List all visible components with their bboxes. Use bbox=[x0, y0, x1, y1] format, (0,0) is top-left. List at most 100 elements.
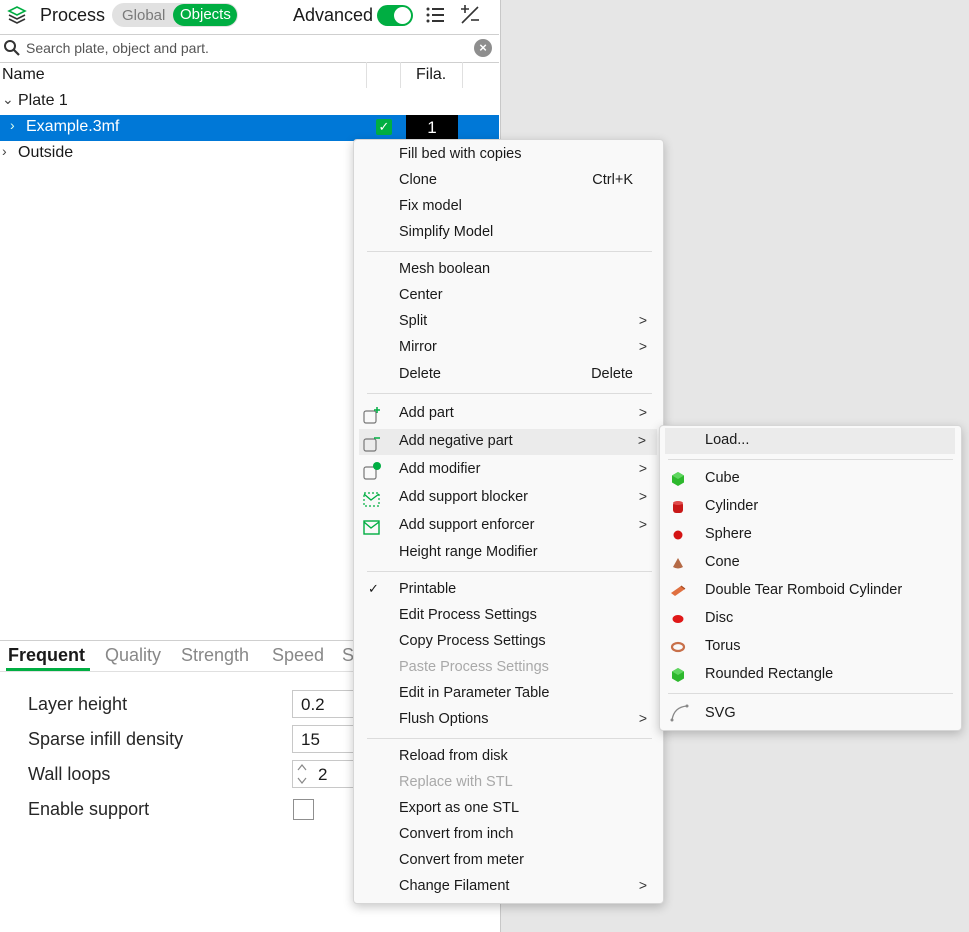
tab-speed[interactable]: Speed bbox=[272, 645, 324, 666]
torus-icon bbox=[670, 641, 686, 653]
menu-item-convert-inch[interactable]: Convert from inch bbox=[354, 822, 663, 848]
clear-icon[interactable]: × bbox=[474, 39, 492, 57]
menu-item-copy-process[interactable]: Copy Process Settings bbox=[354, 629, 663, 655]
plate-label: Plate 1 bbox=[18, 92, 68, 109]
object-label: Example.3mf bbox=[26, 118, 120, 135]
tree-row-object[interactable]: › Example.3mf ✓ 1 bbox=[0, 115, 499, 141]
filament-selector[interactable]: 1 bbox=[406, 115, 458, 141]
menu-item-center[interactable]: Center bbox=[354, 283, 663, 309]
menu-item-mirror[interactable]: Mirror > bbox=[354, 335, 663, 361]
toggle-objects[interactable]: Objects bbox=[173, 4, 237, 26]
submenu-item-double-tear[interactable]: Double Tear Romboid Cylinder bbox=[660, 578, 961, 604]
menu-item-label: Paste Process Settings bbox=[399, 659, 549, 675]
submenu-item-label: Disc bbox=[705, 610, 734, 626]
menu-item-add-support-blocker[interactable]: Add support blocker > bbox=[354, 485, 663, 511]
chevron-right-icon[interactable]: › bbox=[10, 117, 15, 133]
menu-shortcut: Ctrl+K bbox=[592, 172, 633, 188]
tab-quality[interactable]: Quality bbox=[105, 645, 161, 666]
menu-item-change-filament[interactable]: Change Filament > bbox=[354, 874, 663, 900]
menu-separator bbox=[367, 251, 652, 252]
menu-item-label: Copy Process Settings bbox=[399, 633, 546, 649]
menu-item-label: Simplify Model bbox=[399, 224, 494, 240]
chevron-right-icon[interactable]: › bbox=[2, 143, 7, 159]
add-modifier-icon bbox=[363, 462, 381, 480]
menu-item-height-range[interactable]: Height range Modifier bbox=[354, 540, 663, 566]
cube-icon bbox=[672, 472, 684, 486]
submenu-item-label: Sphere bbox=[705, 526, 752, 542]
submenu-item-label: Load... bbox=[705, 432, 750, 448]
tree-row-plate[interactable]: ⌄ Plate 1 bbox=[0, 89, 499, 115]
menu-item-parameter-table[interactable]: Edit in Parameter Table bbox=[354, 681, 663, 707]
menu-item-mesh-boolean[interactable]: Mesh boolean bbox=[354, 257, 663, 283]
negative-part-submenu: Load... Cube Cylinder Sphere Cone Double… bbox=[659, 425, 962, 731]
menu-item-delete[interactable]: Delete Delete bbox=[354, 362, 663, 388]
submenu-item-label: Torus bbox=[705, 638, 741, 654]
chevron-right-icon: > bbox=[638, 404, 647, 420]
chevron-right-icon: > bbox=[638, 877, 647, 893]
menu-item-label: Clone bbox=[399, 172, 437, 188]
switch-knob bbox=[394, 7, 411, 24]
menu-item-export-stl[interactable]: Export as one STL bbox=[354, 796, 663, 822]
submenu-item-label: Double Tear Romboid Cylinder bbox=[705, 582, 903, 598]
toggle-global[interactable]: Global bbox=[122, 7, 165, 24]
menu-item-label: Fix model bbox=[399, 198, 462, 214]
menu-item-simplify[interactable]: Simplify Model bbox=[354, 220, 663, 246]
layer-height-input[interactable]: 0.2 bbox=[292, 690, 354, 718]
menu-separator bbox=[367, 738, 652, 739]
menu-item-label: Split bbox=[399, 313, 428, 329]
menu-item-label: Mesh boolean bbox=[399, 261, 491, 277]
advanced-switch[interactable] bbox=[377, 5, 413, 26]
menu-item-flush-options[interactable]: Flush Options > bbox=[354, 707, 663, 733]
submenu-item-rounded-rectangle[interactable]: Rounded Rectangle bbox=[660, 662, 961, 688]
submenu-item-load[interactable]: Load... bbox=[665, 428, 955, 454]
submenu-item-torus[interactable]: Torus bbox=[660, 634, 961, 660]
column-divider bbox=[366, 62, 367, 88]
submenu-item-cube[interactable]: Cube bbox=[660, 466, 961, 492]
submenu-item-cylinder[interactable]: Cylinder bbox=[660, 494, 961, 520]
menu-item-edit-process[interactable]: Edit Process Settings bbox=[354, 603, 663, 629]
process-header: Process Global Objects Advanced bbox=[0, 0, 500, 32]
menu-item-convert-meter[interactable]: Convert from meter bbox=[354, 848, 663, 874]
stepper-arrows-icon[interactable] bbox=[296, 762, 308, 786]
submenu-item-label: Cone bbox=[705, 554, 740, 570]
cone-icon bbox=[673, 558, 683, 569]
chevron-right-icon: > bbox=[638, 338, 647, 354]
tab-strength[interactable]: Strength bbox=[181, 645, 249, 666]
menu-item-add-part[interactable]: Add part > bbox=[354, 401, 663, 427]
menu-shortcut: Delete bbox=[591, 366, 633, 382]
submenu-item-sphere[interactable]: Sphere bbox=[660, 522, 961, 548]
sparse-infill-input[interactable]: 15 bbox=[292, 725, 354, 753]
chevron-right-icon: > bbox=[638, 710, 647, 726]
menu-item-label: Export as one STL bbox=[399, 800, 520, 816]
enable-support-checkbox[interactable] bbox=[293, 799, 314, 820]
menu-item-label: Add part bbox=[399, 405, 454, 421]
check-icon: ✓ bbox=[368, 581, 379, 596]
menu-item-replace-stl: Replace with STL bbox=[354, 770, 663, 796]
outside-label: Outside bbox=[18, 144, 74, 161]
chevron-right-icon: > bbox=[638, 312, 647, 328]
submenu-item-svg[interactable]: SVG bbox=[660, 701, 961, 727]
submenu-item-cone[interactable]: Cone bbox=[660, 550, 961, 576]
add-negative-part-icon bbox=[363, 437, 380, 452]
menu-item-add-modifier[interactable]: Add modifier > bbox=[354, 457, 663, 483]
menu-item-fill-bed[interactable]: Fill bed with copies bbox=[354, 142, 663, 168]
printable-check-icon[interactable]: ✓ bbox=[376, 119, 392, 135]
menu-item-printable[interactable]: ✓ Printable bbox=[354, 577, 663, 603]
menu-item-add-support-enforcer[interactable]: Add support enforcer > bbox=[354, 513, 663, 539]
menu-item-add-negative-part[interactable]: Add negative part > bbox=[359, 429, 657, 455]
menu-item-split[interactable]: Split > bbox=[354, 309, 663, 335]
context-menu: Fill bed with copies Clone Ctrl+K Fix mod… bbox=[353, 139, 664, 904]
menu-item-reload[interactable]: Reload from disk bbox=[354, 744, 663, 770]
submenu-item-disc[interactable]: Disc bbox=[660, 606, 961, 632]
compare-icon[interactable] bbox=[459, 5, 481, 25]
scope-toggle[interactable]: Global Objects bbox=[112, 3, 238, 27]
chevron-right-icon: > bbox=[638, 488, 647, 504]
menu-item-label: Mirror bbox=[399, 339, 437, 355]
tab-frequent[interactable]: Frequent bbox=[8, 645, 85, 666]
menu-item-fix-model[interactable]: Fix model bbox=[354, 194, 663, 220]
chevron-down-icon[interactable]: ⌄ bbox=[2, 91, 14, 108]
menu-item-clone[interactable]: Clone Ctrl+K bbox=[354, 168, 663, 194]
search-input[interactable] bbox=[26, 38, 466, 58]
submenu-item-label: Rounded Rectangle bbox=[705, 666, 834, 682]
list-icon[interactable] bbox=[425, 6, 445, 24]
